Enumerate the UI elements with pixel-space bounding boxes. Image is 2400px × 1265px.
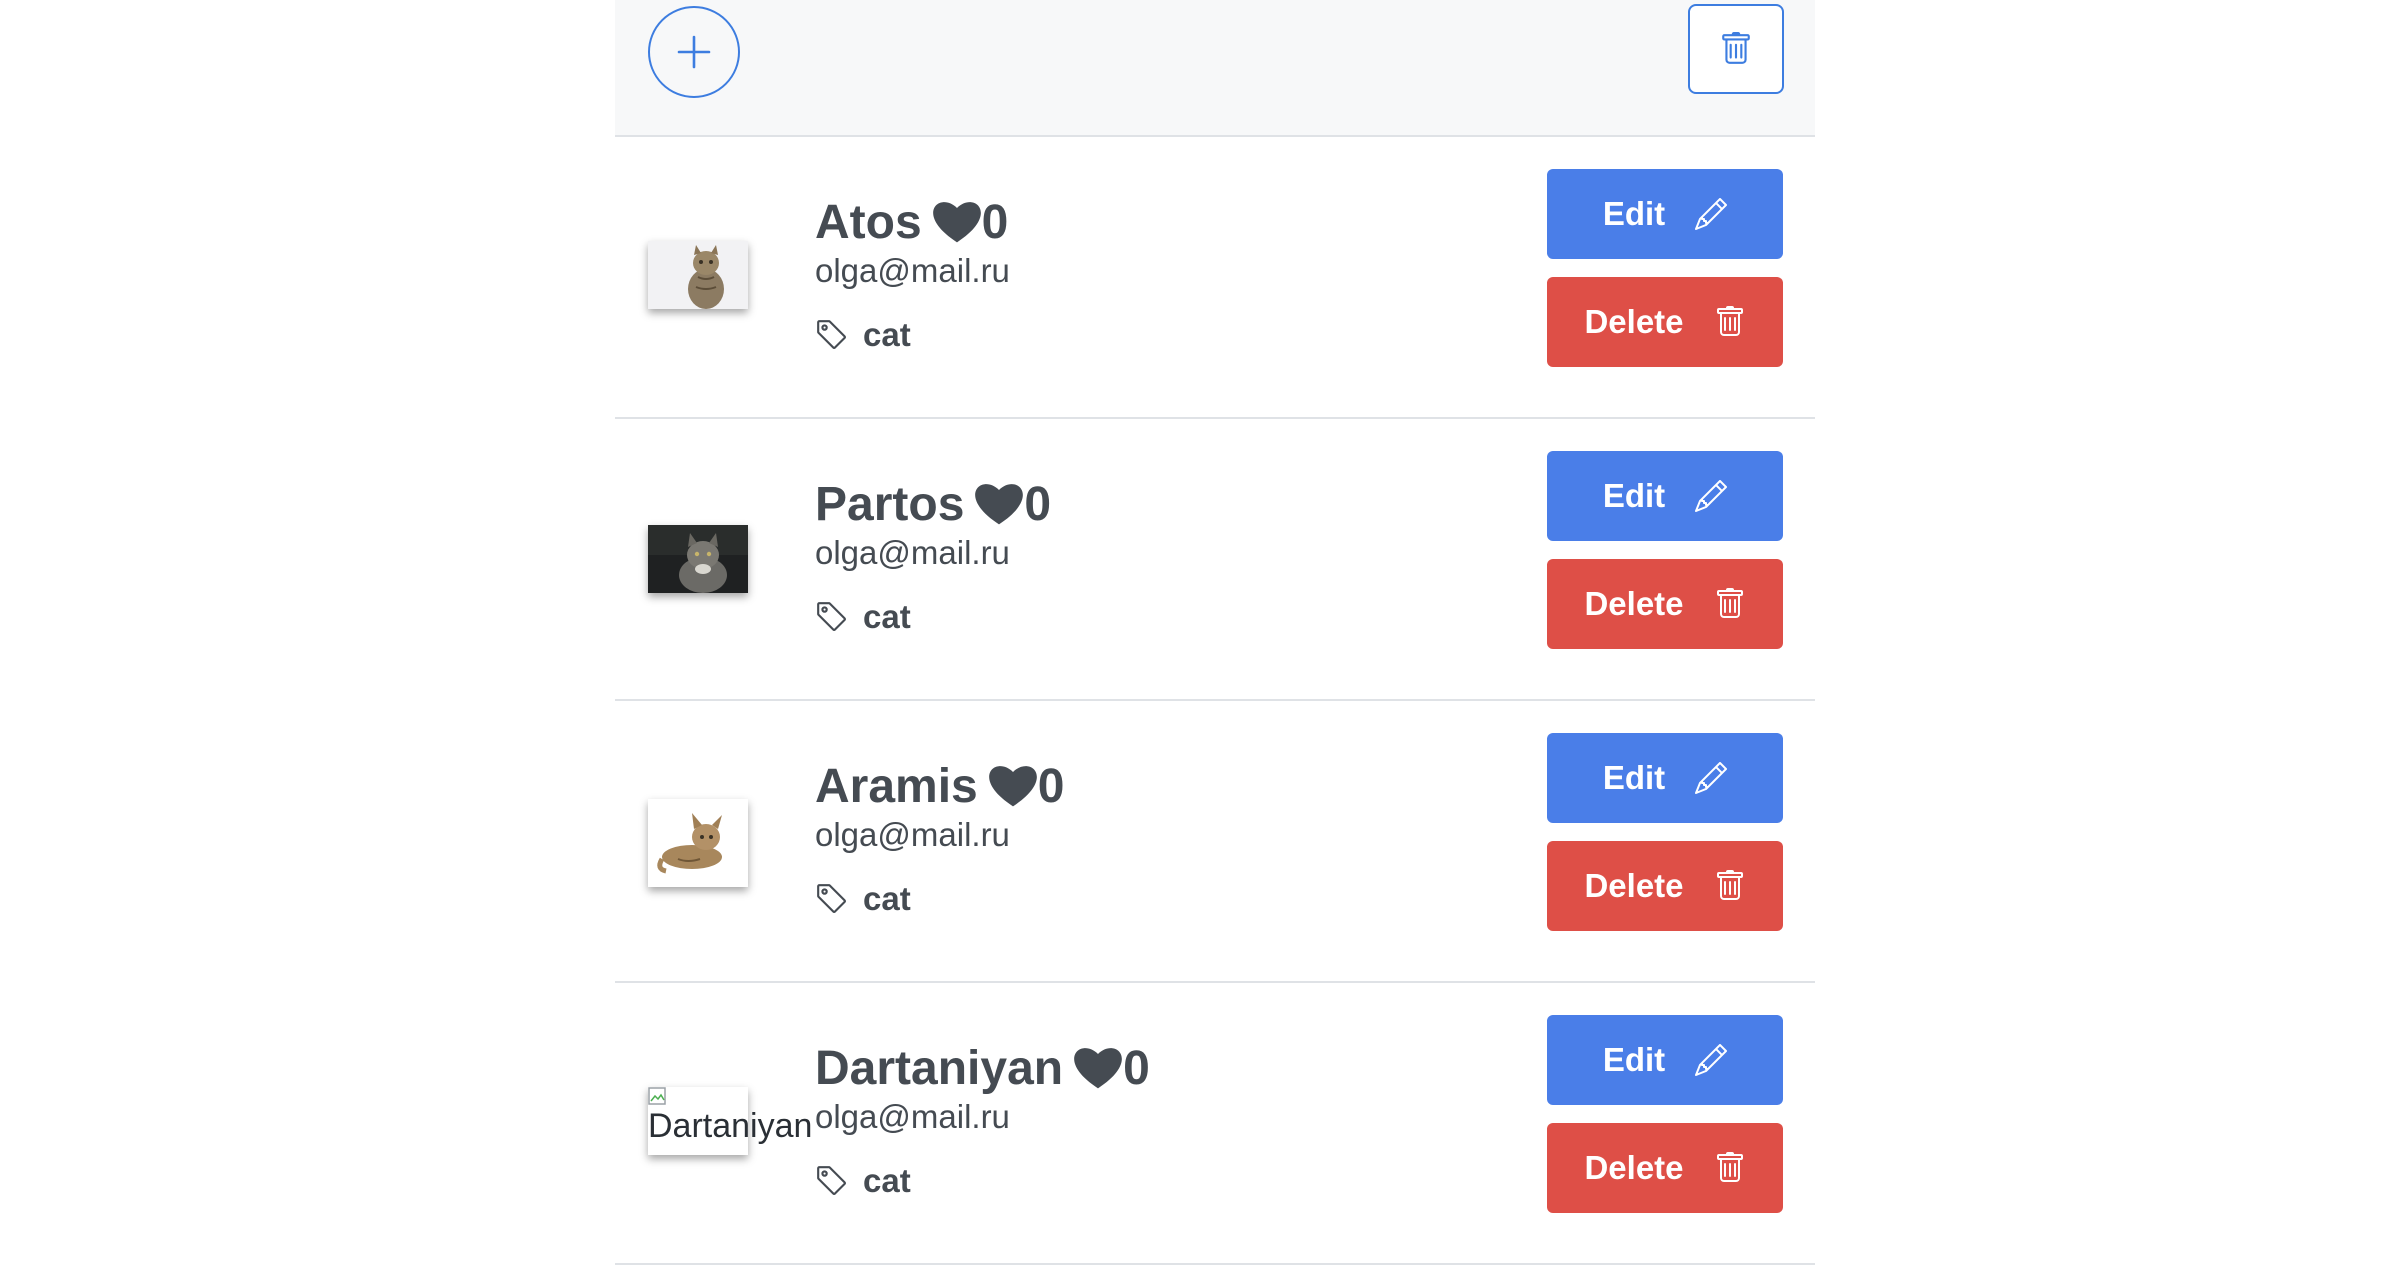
list-item: Atos 0 olga@mail.ru cat Edit Delete	[615, 137, 1815, 419]
list-item: Partos 0 olga@mail.ru cat Edit Delete	[615, 419, 1815, 701]
tag-line: cat	[815, 316, 1010, 354]
broken-image-icon	[648, 1087, 666, 1105]
trash-icon	[1716, 1152, 1743, 1182]
trash-icon	[1716, 306, 1743, 336]
like-count: 0	[1123, 1041, 1150, 1095]
title-line: Atos 0	[815, 192, 1010, 252]
item-name: Dartaniyan	[815, 1041, 1064, 1095]
like-control[interactable]: 0	[1073, 1041, 1150, 1096]
pencil-icon	[1695, 198, 1728, 230]
delete-button[interactable]: Delete	[1547, 841, 1783, 931]
heart-icon	[988, 766, 1037, 807]
delete-label: Delete	[1584, 585, 1684, 622]
title-line: Dartaniyan 0	[815, 1038, 1150, 1098]
title-line: Partos 0	[815, 474, 1051, 534]
plus-icon	[677, 35, 711, 69]
pencil-icon	[1695, 1044, 1728, 1076]
item-name: Partos	[815, 477, 965, 531]
trash-icon	[1722, 32, 1750, 64]
list-item: Aramis 0 olga@mail.ru cat Edit Delete	[615, 701, 1815, 983]
like-control[interactable]: 0	[974, 477, 1051, 532]
item-email: olga@mail.ru	[815, 534, 1010, 571]
item-info: Aramis 0 olga@mail.ru cat	[815, 756, 1064, 918]
trash-icon	[1716, 870, 1743, 900]
item-email: olga@mail.ru	[815, 252, 1010, 289]
item-info: Dartaniyan 0 olga@mail.ru cat	[815, 1038, 1150, 1200]
edit-button[interactable]: Edit	[1547, 169, 1783, 259]
toolbar	[615, 0, 1815, 137]
like-count: 0	[981, 195, 1009, 249]
tag-icon	[817, 1166, 846, 1195]
tag-icon	[817, 602, 846, 631]
list-item: Dartaniyan Dartaniyan 0 olga@mail.ru cat	[615, 983, 1815, 1265]
delete-label: Delete	[1584, 1149, 1684, 1186]
delete-label: Delete	[1584, 303, 1684, 340]
tag-icon	[817, 320, 846, 349]
delete-label: Delete	[1584, 867, 1684, 904]
add-button[interactable]	[648, 6, 740, 98]
item-email: olga@mail.ru	[815, 816, 1010, 853]
heart-icon	[932, 202, 981, 243]
delete-button[interactable]: Delete	[1547, 277, 1783, 367]
item-image	[648, 241, 748, 309]
edit-label: Edit	[1602, 195, 1666, 232]
like-count: 0	[1037, 759, 1065, 813]
item-info: Partos 0 olga@mail.ru cat	[815, 474, 1051, 636]
tag-icon	[817, 884, 846, 913]
trash-icon	[1716, 588, 1743, 618]
item-email: olga@mail.ru	[815, 1098, 1010, 1135]
edit-button[interactable]: Edit	[1547, 451, 1783, 541]
cards-panel: Atos 0 olga@mail.ru cat Edit Delete Part…	[615, 0, 1815, 1265]
edit-label: Edit	[1602, 759, 1666, 796]
item-image	[648, 799, 748, 887]
delete-button[interactable]: Delete	[1547, 1123, 1783, 1213]
like-count: 0	[1024, 477, 1052, 531]
tag-line: cat	[815, 880, 1064, 918]
edit-button[interactable]: Edit	[1547, 733, 1783, 823]
image-alt-text: Dartaniyan	[648, 1107, 813, 1145]
edit-label: Edit	[1602, 477, 1666, 514]
item-image	[648, 525, 748, 593]
item-tag: cat	[863, 598, 911, 635]
pencil-icon	[1695, 480, 1728, 512]
item-info: Atos 0 olga@mail.ru cat	[815, 192, 1010, 354]
item-tag: cat	[863, 1162, 911, 1199]
item-tag: cat	[863, 880, 911, 917]
pencil-icon	[1695, 762, 1728, 794]
item-tag: cat	[863, 316, 911, 353]
tag-line: cat	[815, 1162, 1150, 1200]
delete-all-button[interactable]	[1688, 4, 1784, 94]
like-control[interactable]: 0	[988, 759, 1065, 814]
delete-button[interactable]: Delete	[1547, 559, 1783, 649]
item-name: Aramis	[815, 759, 978, 813]
heart-icon	[975, 484, 1024, 525]
item-name: Atos	[815, 195, 922, 249]
like-control[interactable]: 0	[932, 195, 1009, 250]
item-image-broken: Dartaniyan	[648, 1087, 812, 1155]
title-line: Aramis 0	[815, 756, 1064, 816]
tag-line: cat	[815, 598, 1051, 636]
edit-button[interactable]: Edit	[1547, 1015, 1783, 1105]
edit-label: Edit	[1602, 1041, 1666, 1078]
heart-icon	[1074, 1048, 1122, 1089]
